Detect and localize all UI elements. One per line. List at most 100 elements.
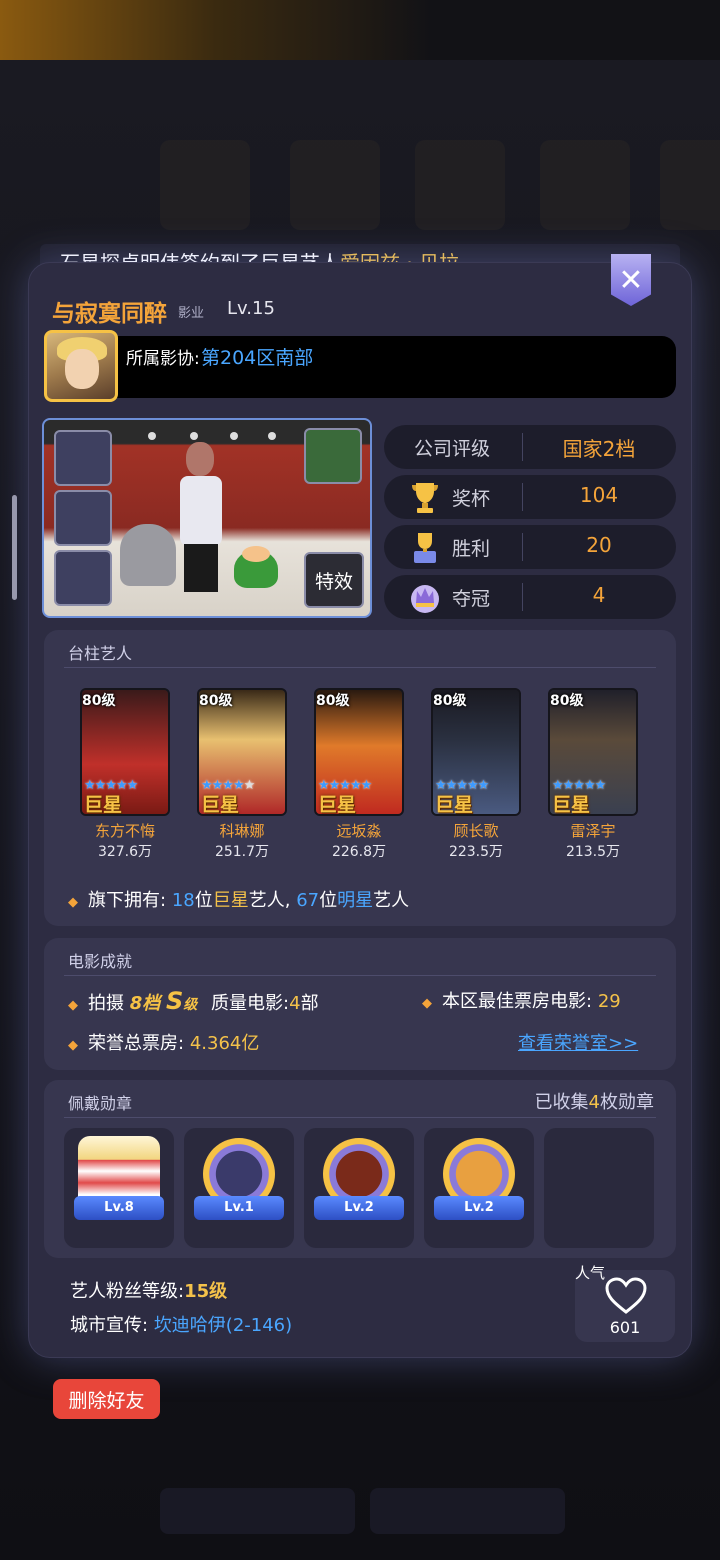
medal-level: Lv.1: [224, 1200, 254, 1215]
stat-label: 胜利: [452, 538, 491, 560]
medal-slot[interactable]: Lv.2: [424, 1128, 534, 1248]
outfit-slot[interactable]: [54, 550, 112, 606]
artist-rank-badge: 巨星: [318, 794, 357, 816]
artist-fans: 327.6万: [97, 844, 153, 860]
medal-slot[interactable]: Lv.1: [184, 1128, 294, 1248]
artist-name: 顾长歌: [453, 822, 499, 840]
unit: 位: [319, 890, 338, 911]
delete-friend-button[interactable]: 删除好友: [53, 1379, 160, 1419]
artist-name: 雷泽宇: [570, 822, 616, 840]
heart-icon[interactable]: [603, 1276, 649, 1316]
medal-slot[interactable]: Lv.8: [64, 1128, 174, 1248]
artist-fans: 251.7万: [214, 844, 270, 860]
stat-label: 夺冠: [452, 588, 491, 610]
player-level: Lv.15: [227, 298, 275, 319]
section-title: 佩戴勋章: [68, 1094, 133, 1113]
effect-button[interactable]: 特效: [304, 552, 364, 608]
crown-icon: [411, 585, 439, 613]
artist-rank-badge: 巨星: [201, 794, 240, 816]
guild-label: 所属影协:: [126, 349, 200, 369]
view-honor-room-link[interactable]: 查看荣誉室>>: [518, 1029, 638, 1055]
artist-fans: 213.5万: [565, 844, 621, 860]
pillar-artists-section: 台柱艺人 80级 ★★★★★ 巨星 东方不悔 327.6万 80级 ★★★★★ …: [44, 630, 676, 926]
star-word: 明星: [337, 890, 374, 911]
owned-suffix: 艺人: [373, 890, 410, 911]
fan-label: 艺人粉丝等级:: [70, 1281, 185, 1302]
stat-victory: 胜利 20: [384, 525, 676, 569]
quality-label: 质量电影:: [211, 993, 290, 1014]
owned-artists-summary: ◆ 旗下拥有: 18位巨星艺人, 67位明星艺人: [68, 886, 409, 912]
medal-level: Lv.2: [344, 1200, 374, 1215]
medals-collected: 已收集4枚勋章: [535, 1088, 654, 1114]
player-tag: 影业: [178, 306, 205, 321]
stat-value: 104: [579, 483, 619, 507]
stat-trophy: 奖杯 104: [384, 475, 676, 519]
superstar-word: 巨星: [212, 890, 249, 911]
owned-middle: 艺人,: [248, 890, 291, 911]
artist-card[interactable]: 80级 ★★★★★ 巨星: [197, 688, 287, 816]
city-promo-line: 城市宣传: 坎迪哈伊(2-146): [70, 1311, 292, 1337]
medals-section: 佩戴勋章 已收集4枚勋章 Lv.8 Lv.1 Lv.2 Lv.2: [44, 1080, 676, 1258]
stat-label: 公司评级: [414, 438, 491, 460]
artist-name: 科琳娜: [219, 822, 265, 840]
fan-level-line: 艺人粉丝等级:15级: [70, 1277, 227, 1303]
artist-level: 80级: [82, 693, 116, 709]
chair-decoration: [120, 524, 176, 586]
avatar[interactable]: [44, 330, 118, 402]
diamond-bullet-icon: ◆: [68, 895, 78, 910]
section-title: 电影成就: [68, 952, 133, 971]
medal-level: Lv.8: [104, 1200, 134, 1215]
artist-level: 80级: [550, 693, 584, 709]
trophy-icon: [412, 483, 438, 513]
best-value: 29: [597, 991, 621, 1012]
artist-card[interactable]: 80级 ★★★★★ 巨星: [314, 688, 404, 816]
player-name: 与寂寞同醉: [52, 301, 167, 327]
accessory-slot-glasses[interactable]: [54, 430, 112, 486]
honor-box-office-line: ◆ 荣誉总票房: 4.364亿: [68, 1029, 259, 1055]
medal-slot[interactable]: Lv.2: [304, 1128, 414, 1248]
star-count: 67: [296, 890, 320, 911]
diamond-bullet-icon: ◆: [422, 996, 432, 1011]
artist-rank-badge: 巨星: [552, 794, 591, 816]
grade-badge: S: [166, 987, 184, 1015]
stat-value: 国家2档: [562, 437, 636, 461]
tier-badge: 8档: [129, 993, 161, 1014]
best-label: 本区最佳票房电影:: [442, 991, 593, 1012]
background-tab-right: [370, 1488, 565, 1534]
artist-name: 远坂淼: [336, 822, 382, 840]
artist-card[interactable]: 80级 ★★★★★ 巨星: [431, 688, 521, 816]
guild-value[interactable]: 第204区南部: [201, 343, 313, 370]
quality-count: 4: [289, 993, 301, 1014]
hair-slot[interactable]: [54, 490, 112, 546]
artist-name: 东方不悔: [94, 822, 155, 840]
background-tab-left: [160, 1488, 355, 1534]
artist-fans: 223.5万: [448, 844, 504, 860]
stat-value: 4: [592, 583, 606, 607]
showroom-preview: 特效: [42, 418, 372, 618]
scrollbar[interactable]: [12, 495, 17, 600]
victory-icon: [414, 533, 436, 563]
background-shop-row: [0, 130, 720, 240]
collected-suffix: 枚勋章: [600, 1092, 654, 1113]
artist-level: 80级: [316, 693, 350, 709]
close-icon: ✕: [618, 262, 644, 298]
empty-medal-slot[interactable]: [544, 1128, 654, 1248]
medal-level: Lv.2: [464, 1200, 494, 1215]
artist-card[interactable]: 80级 ★★★★★ 巨星: [80, 688, 170, 816]
movie-achievements-section: 电影成就 ◆ 拍摄 8档 S级 质量电影:4部 ◆ 本区最佳票房电影: 29 ◆ 荣誉…: [44, 938, 676, 1070]
stat-value: 20: [586, 533, 612, 557]
unit: 位: [194, 890, 213, 911]
collected-prefix: 已收集: [534, 1092, 589, 1113]
superstar-count: 18: [171, 890, 195, 911]
grade-suffix: 级: [183, 997, 198, 1013]
quality-unit: 部: [300, 993, 319, 1014]
artist-card[interactable]: 80级 ★★★★★ 巨星: [548, 688, 638, 816]
city-value: 坎迪哈伊(2-146): [153, 1315, 293, 1336]
owned-label: 旗下拥有:: [88, 890, 167, 911]
collected-count: 4: [588, 1092, 600, 1113]
artist-level: 80级: [199, 693, 233, 709]
section-title: 台柱艺人: [68, 644, 133, 663]
best-box-office-line: ◆ 本区最佳票房电影: 29: [422, 987, 621, 1013]
pet-slot[interactable]: [304, 428, 362, 484]
stat-champion: 夺冠 4: [384, 575, 676, 619]
